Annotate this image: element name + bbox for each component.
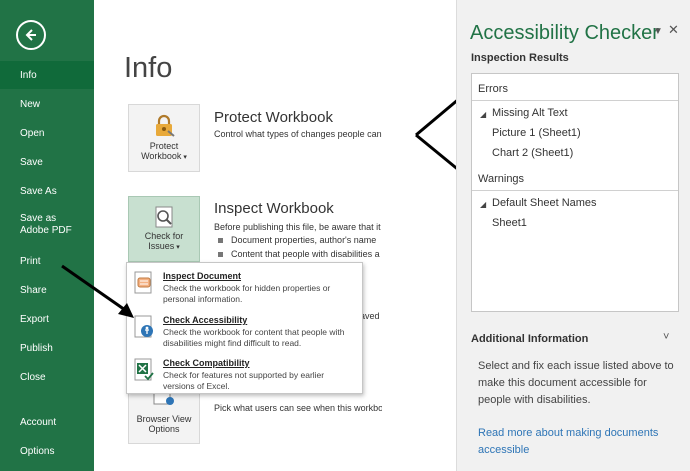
default-sheet-names-group[interactable]: Default Sheet Names: [492, 197, 597, 209]
chevron-down-icon[interactable]: ˅: [663, 331, 669, 343]
additional-information-heading[interactable]: Additional Information: [471, 333, 588, 345]
pane-title: Accessibility Checker: [470, 22, 659, 44]
pane-options-icon[interactable]: ▼: [653, 26, 663, 37]
divider: [472, 100, 678, 101]
divider: [472, 190, 678, 191]
collapse-triangle-icon[interactable]: ◢: [480, 110, 486, 119]
errors-category: Errors: [478, 83, 508, 95]
warning-item[interactable]: Sheet1: [492, 217, 527, 229]
inspection-results-heading: Inspection Results: [471, 52, 569, 64]
error-item[interactable]: Picture 1 (Sheet1): [492, 127, 581, 139]
additional-info-text: Select and fix each issue listed above t…: [478, 360, 674, 406]
error-item[interactable]: Chart 2 (Sheet1): [492, 147, 573, 159]
missing-alt-text-group[interactable]: Missing Alt Text: [492, 107, 568, 119]
inspection-results-list: Errors ◢ Missing Alt Text Picture 1 (She…: [471, 73, 679, 312]
warnings-category: Warnings: [478, 173, 525, 185]
read-more-link[interactable]: Read more about making documents accessi…: [478, 425, 678, 459]
close-icon[interactable]: ✕: [668, 22, 679, 38]
arrow-to-check-accessibility: [61, 264, 134, 318]
collapse-triangle-icon[interactable]: ◢: [480, 200, 486, 209]
accessibility-checker-pane: Accessibility Checker ▼ ✕ Inspection Res…: [456, 0, 690, 471]
